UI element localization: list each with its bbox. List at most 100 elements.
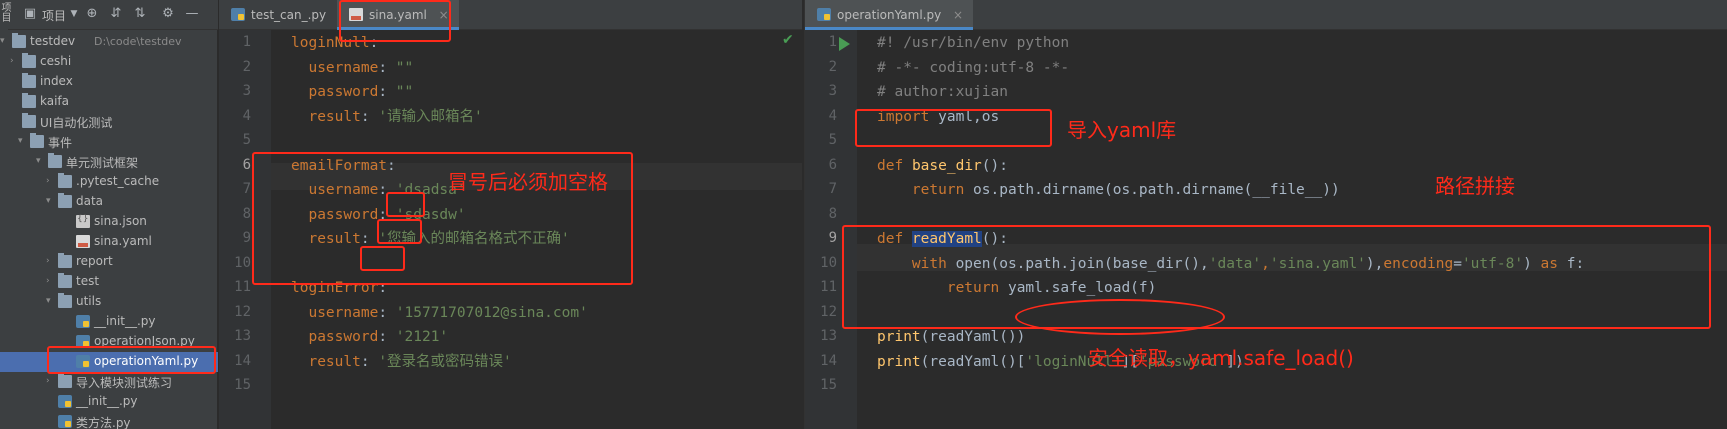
folder-icon	[48, 153, 62, 168]
code-token: print	[877, 353, 921, 370]
line-number: 9	[828, 230, 837, 246]
code-line: return os.path.dirname(os.path.dirname(_…	[877, 177, 1340, 204]
line-number: 3	[242, 83, 251, 99]
tree-item-label: kaifa	[40, 94, 70, 108]
line-number: 4	[828, 107, 837, 124]
highlight-box-colon-space	[377, 219, 422, 244]
tree-item[interactable]: kaifa	[0, 92, 218, 112]
project-view-selector[interactable]: 项目	[42, 7, 66, 24]
code-line: result: '登录名或密码错误'	[291, 349, 511, 376]
code-token: (readYaml())	[920, 329, 1026, 345]
tree-item-label: 导入模块测试练习	[76, 376, 173, 390]
chevron-down-icon[interactable]: ▼	[66, 6, 82, 22]
code-token: ():	[981, 157, 1008, 174]
folder-icon	[22, 73, 36, 88]
locate-icon[interactable]: ⊕	[84, 6, 100, 22]
chevron-down-icon[interactable]: ▾	[36, 155, 46, 167]
python-file-icon	[231, 8, 245, 21]
tree-item[interactable]: __init__.py	[0, 392, 218, 412]
line-number: 5	[242, 132, 251, 148]
chevron-right-icon[interactable]: ›	[46, 375, 56, 387]
code-line: password: ""	[291, 79, 413, 106]
code-token: username	[291, 304, 379, 321]
line-number: 10	[820, 254, 837, 271]
inspection-ok-icon[interactable]: ✔	[782, 32, 794, 48]
code-token: #! /usr/bin/env python	[877, 35, 1070, 51]
line-number: 2	[242, 58, 251, 75]
line-number: 8	[242, 205, 251, 222]
code-line: username: '15771707012@sina.com'	[291, 300, 587, 327]
line-number: 12	[234, 303, 251, 320]
tree-item[interactable]: index	[0, 72, 218, 92]
code-token: os.path.dirname(os.path.dirname(__file__…	[964, 182, 1340, 198]
tree-item[interactable]: › report	[0, 252, 218, 272]
tree-item[interactable]: __init__.py	[0, 312, 218, 332]
tree-item-label: UI自动化测试	[40, 116, 113, 130]
chevron-right-icon[interactable]: ›	[10, 55, 20, 67]
annotation-safe-load: 安全读取，yaml.safe_load()	[1088, 346, 1354, 370]
chevron-right-icon[interactable]: ›	[46, 175, 56, 187]
close-icon[interactable]: ×	[953, 8, 963, 22]
python-file-icon	[817, 8, 831, 21]
collapse-all-icon[interactable]: ⇅	[132, 6, 148, 22]
code-line: # author:xujian	[877, 79, 1008, 106]
tree-item[interactable]: ▾ 事件	[0, 132, 218, 152]
annotation-colon-space: 冒号后必须加空格	[448, 170, 608, 194]
tab-label: test_can_.py	[251, 8, 327, 22]
folder-icon	[12, 33, 26, 48]
highlight-box-colon-space	[386, 192, 425, 217]
line-number: 8	[828, 205, 837, 222]
tree-item[interactable]: sina.yaml	[0, 232, 218, 252]
chevron-down-icon[interactable]: ▾	[46, 295, 56, 307]
tree-item-label: test	[76, 274, 100, 288]
project-view-icon[interactable]: ▣	[22, 6, 38, 22]
code-token: (readYaml()[	[920, 353, 1026, 370]
expand-all-icon[interactable]: ⇵	[108, 6, 124, 22]
chevron-down-icon[interactable]: ▾	[18, 135, 28, 147]
chevron-down-icon[interactable]: ▾	[46, 195, 56, 207]
tree-item-path: D:\code\testdev	[94, 35, 182, 48]
tree-item[interactable]: 类方法.py	[0, 412, 218, 429]
tree-item[interactable]: ▾ testdev D:\code\testdev	[0, 32, 218, 52]
folder-icon	[58, 373, 72, 388]
line-number: 6	[242, 156, 251, 173]
tree-item[interactable]: sina.json	[0, 212, 218, 232]
line-number: 14	[820, 352, 837, 369]
code-token: base_dir	[911, 157, 982, 174]
tree-item[interactable]: ▾ utils	[0, 292, 218, 312]
tree-item-label: 单元测试框架	[66, 156, 139, 170]
annotation-import: 导入yaml库	[1067, 118, 1177, 142]
code-token: # author:xujian	[877, 84, 1008, 100]
tree-item[interactable]: ▾ data	[0, 192, 218, 212]
code-token: password	[291, 329, 379, 345]
gear-icon[interactable]: ⚙	[160, 6, 176, 22]
tree-item[interactable]: › 导入模块测试练习	[0, 372, 218, 392]
code-line: result: '请输入邮箱名'	[291, 104, 483, 131]
chevron-right-icon[interactable]: ›	[46, 255, 56, 267]
line-number: 1	[828, 34, 837, 50]
highlight-box-sina-yaml-tab	[339, 0, 451, 42]
folder-icon	[58, 173, 72, 188]
tree-item-label: __init__.py	[94, 314, 156, 328]
chevron-right-icon[interactable]: ›	[46, 275, 56, 287]
hide-panel-icon[interactable]: —	[184, 6, 200, 22]
tab-operation-yaml[interactable]: operationYaml.py ×	[805, 0, 974, 30]
tree-item[interactable]: › test	[0, 272, 218, 292]
tree-item[interactable]: › .pytest_cache	[0, 172, 218, 192]
code-token: :	[360, 108, 379, 125]
code-token: :	[378, 84, 396, 100]
chevron-down-icon[interactable]: ▾	[0, 35, 10, 47]
folder-icon	[22, 93, 36, 108]
line-number: 3	[828, 83, 837, 99]
tree-item[interactable]: › ceshi	[0, 52, 218, 72]
code-token: '请输入邮箱名'	[378, 108, 483, 125]
run-icon[interactable]	[839, 37, 850, 51]
tree-item[interactable]: UI自动化测试	[0, 112, 218, 132]
tree-item[interactable]: ▾ 单元测试框架	[0, 152, 218, 172]
python-file-icon	[58, 395, 72, 408]
python-file-icon	[76, 315, 90, 328]
tree-item-label: utils	[76, 294, 102, 308]
code-token: return	[911, 182, 965, 198]
highlight-box-colon-space	[360, 246, 405, 271]
